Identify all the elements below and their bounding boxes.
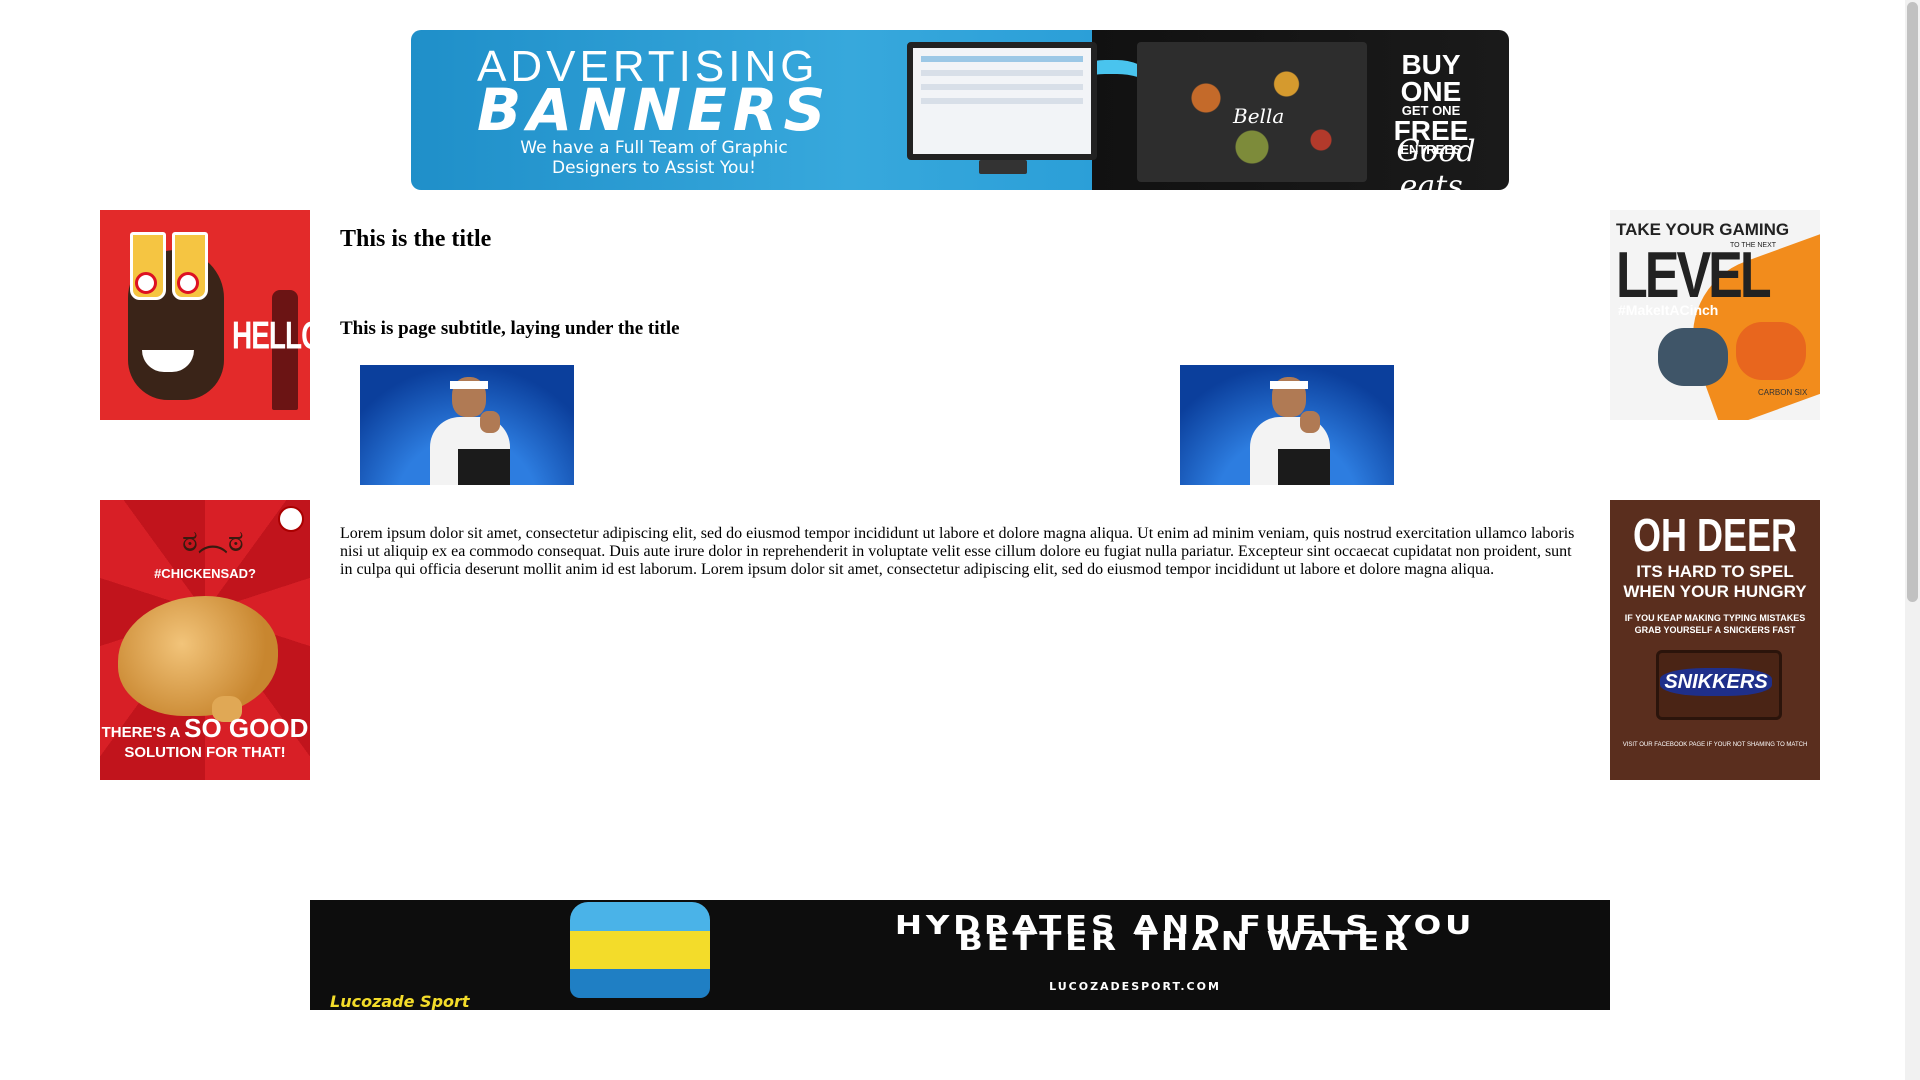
ad-gaming-controller[interactable]: TAKE YOUR GAMING LEVEL TO THE NEXT #Make… xyxy=(1610,210,1820,420)
banner-signoff: Good eats. xyxy=(1396,134,1476,190)
ad-hello-beer[interactable]: HELLO xyxy=(100,210,310,420)
ad-snickers-brand: SNIKKERS xyxy=(1660,668,1772,696)
ad-gaming-hashtag: #MakeItACinch xyxy=(1618,302,1719,318)
content-image-tennis-player[interactable] xyxy=(1180,365,1394,485)
banner-tagline: We have a Full Team of Graphic Designers… xyxy=(520,138,788,178)
vertical-scrollbar[interactable] xyxy=(1905,0,1920,1080)
ad-gaming-line3: TO THE NEXT xyxy=(1730,242,1777,249)
top-advertising-banner[interactable]: ADVERTISING BANNERS We have a Full Team … xyxy=(411,30,1509,190)
sports-drink-bottle-image xyxy=(570,902,710,998)
eye-icon xyxy=(177,272,199,294)
slogan-part-2: SO GOOD xyxy=(184,713,309,743)
footer-banner-brand: Lucozade Sport xyxy=(330,992,470,1010)
scrollbar-thumb[interactable] xyxy=(1907,2,1918,602)
ad-snickers-body: IF YOU KEAP MAKING TYPING MISTAKES GRAB … xyxy=(1624,613,1806,635)
chicken-drumstick-image xyxy=(118,596,278,716)
subhead-line-1: ITS HARD TO SPEL xyxy=(1636,562,1794,581)
ad-chicken-slogan: THERE'S A SO GOOD SOLUTION FOR THAT! xyxy=(100,715,310,763)
player-fist xyxy=(480,411,500,433)
controller-icon xyxy=(1736,322,1806,380)
monitor-stand xyxy=(979,160,1027,174)
ad-chicken-hashtag: #CHICKENSAD? xyxy=(154,566,256,581)
player-fist xyxy=(1300,411,1320,433)
banner-brand: Bella xyxy=(1233,104,1285,128)
body-paragraph: Lorem ipsum dolor sit amet, consectetur … xyxy=(340,525,1575,578)
player-shirt xyxy=(458,449,510,485)
ad-snickers-subhead: ITS HARD TO SPEL WHEN YOUR HUNGRY xyxy=(1610,562,1820,602)
sad-face-icon: ಠ︵ಠ xyxy=(182,524,244,559)
slogan-part-1: THERE'S A xyxy=(101,724,180,741)
eye-icon xyxy=(135,272,157,294)
slogan-part-3: SOLUTION FOR THAT! xyxy=(124,744,286,761)
monitor-icon xyxy=(907,42,1097,160)
offer-line-1: BUY ONE xyxy=(1400,49,1462,107)
controller-icon xyxy=(1658,328,1728,386)
ad-gaming-line1: TAKE YOUR GAMING xyxy=(1616,220,1790,239)
footer-advertising-banner[interactable]: HYDRATES AND FUELS YOU BETTER THAN WATER… xyxy=(310,900,1610,1010)
ad-snickers[interactable]: OH DEER ITS HARD TO SPEL WHEN YOUR HUNGR… xyxy=(1610,500,1820,780)
footer-banner-url: LUCOZADESPORT.COM xyxy=(1049,980,1221,993)
ad-snickers-headline: OH DEER xyxy=(1632,508,1798,562)
player-headband xyxy=(1270,381,1308,389)
ad-hello-text: HELLO xyxy=(232,313,310,357)
page-subtitle: This is page subtitle, laying under the … xyxy=(340,318,680,339)
ad-snickers-footer: VISIT OUR FACEBOOK PAGE IF YOUR NOT SHAM… xyxy=(1622,742,1808,748)
player-shirt xyxy=(1278,449,1330,485)
ad-gaming-product: CARBON SIX xyxy=(1758,388,1808,397)
content-image-tennis-player[interactable] xyxy=(360,365,574,485)
page-title: This is the title xyxy=(340,226,492,252)
subhead-line-2: WHEN YOUR HUNGRY xyxy=(1623,582,1807,601)
kfc-logo-icon xyxy=(278,506,304,532)
banner-heading-line2: BANNERS xyxy=(477,76,832,144)
ad-chicken-sad[interactable]: ಠ︵ಠ #CHICKENSAD? THERE'S A SO GOOD SOLUT… xyxy=(100,500,310,780)
footer-banner-headline: HYDRATES AND FUELS YOU BETTER THAN WATER xyxy=(894,911,1476,957)
player-headband xyxy=(450,381,488,389)
